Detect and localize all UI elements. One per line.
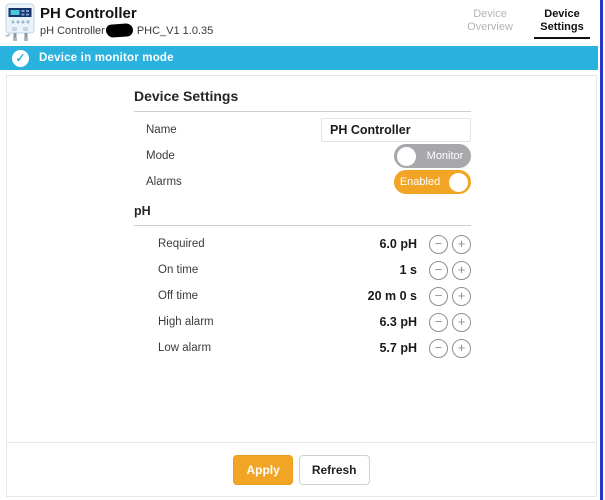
- card-footer: Apply Refresh: [7, 442, 596, 496]
- low-alarm-value: 5.7 pH: [379, 341, 417, 355]
- mode-label: Mode: [134, 150, 175, 162]
- plus-icon[interactable]: +: [452, 313, 471, 332]
- alarms-row: Alarms Enabled: [134, 169, 471, 195]
- minus-icon[interactable]: −: [429, 261, 448, 280]
- on-time-row: On time 1 s − +: [134, 257, 471, 283]
- plus-icon[interactable]: +: [452, 287, 471, 306]
- check-icon: ✓: [12, 50, 29, 67]
- on-time-label: On time: [134, 264, 198, 276]
- settings-content: Device Settings Name Mode Monitor Alarms: [134, 76, 471, 361]
- heading-divider: [134, 111, 471, 112]
- name-input[interactable]: [321, 118, 471, 142]
- tab-device-overview[interactable]: Device Overview: [462, 8, 518, 39]
- tab-device-settings[interactable]: Device Settings: [534, 8, 590, 39]
- app-header: PH Controller pH Controller PHC_V1 1.0.3…: [0, 0, 598, 46]
- page-right-border: [600, 0, 603, 500]
- off-time-row: Off time 20 m 0 s − +: [134, 283, 471, 309]
- status-banner-text: Device in monitor mode: [39, 52, 174, 64]
- redaction-blob: [105, 23, 133, 38]
- header-tabs: Device Overview Device Settings: [462, 8, 590, 39]
- alarms-toggle-label: Enabled: [394, 176, 446, 188]
- low-alarm-label: Low alarm: [134, 342, 211, 354]
- high-alarm-label: High alarm: [134, 316, 214, 328]
- required-label: Required: [134, 238, 205, 250]
- minus-icon[interactable]: −: [429, 313, 448, 332]
- low-alarm-row: Low alarm 5.7 pH − +: [134, 335, 471, 361]
- off-time-label: Off time: [134, 290, 198, 302]
- settings-heading: Device Settings: [134, 88, 471, 104]
- minus-icon[interactable]: −: [429, 235, 448, 254]
- alarms-label: Alarms: [134, 176, 182, 188]
- mode-row: Mode Monitor: [134, 143, 471, 169]
- mode-toggle-label: Monitor: [419, 150, 471, 162]
- device-firmware-version: PHC_V1 1.0.35: [137, 25, 213, 37]
- high-alarm-row: High alarm 6.3 pH − +: [134, 309, 471, 335]
- status-banner: ✓ Device in monitor mode: [0, 46, 598, 70]
- apply-button[interactable]: Apply: [233, 455, 292, 485]
- settings-card: Device Settings Name Mode Monitor Alarms: [6, 75, 597, 497]
- off-time-value: 20 m 0 s: [368, 289, 417, 303]
- mode-toggle[interactable]: Monitor: [394, 144, 471, 168]
- minus-icon[interactable]: −: [429, 287, 448, 306]
- plus-icon[interactable]: +: [452, 261, 471, 280]
- minus-icon[interactable]: −: [429, 339, 448, 358]
- device-logo-icon: [4, 3, 38, 41]
- high-alarm-value: 6.3 pH: [379, 315, 417, 329]
- refresh-button[interactable]: Refresh: [299, 455, 370, 485]
- on-time-value: 1 s: [400, 263, 417, 277]
- required-row: Required 6.0 pH − +: [134, 231, 471, 257]
- required-value: 6.0 pH: [379, 237, 417, 251]
- alarms-toggle[interactable]: Enabled: [394, 170, 471, 194]
- ph-divider: [134, 225, 471, 226]
- device-subtitle: pH Controller PHC_V1 1.0.35: [40, 24, 213, 37]
- device-subtitle-name: pH Controller: [40, 25, 105, 37]
- page-title: PH Controller: [40, 5, 137, 22]
- toggle-knob: [449, 173, 468, 192]
- toggle-knob: [397, 147, 416, 166]
- name-row: Name: [134, 117, 471, 143]
- ph-controller-app: PH Controller pH Controller PHC_V1 1.0.3…: [0, 0, 605, 500]
- plus-icon[interactable]: +: [452, 339, 471, 358]
- ph-section-heading: pH: [134, 204, 471, 218]
- name-label: Name: [134, 124, 177, 136]
- plus-icon[interactable]: +: [452, 235, 471, 254]
